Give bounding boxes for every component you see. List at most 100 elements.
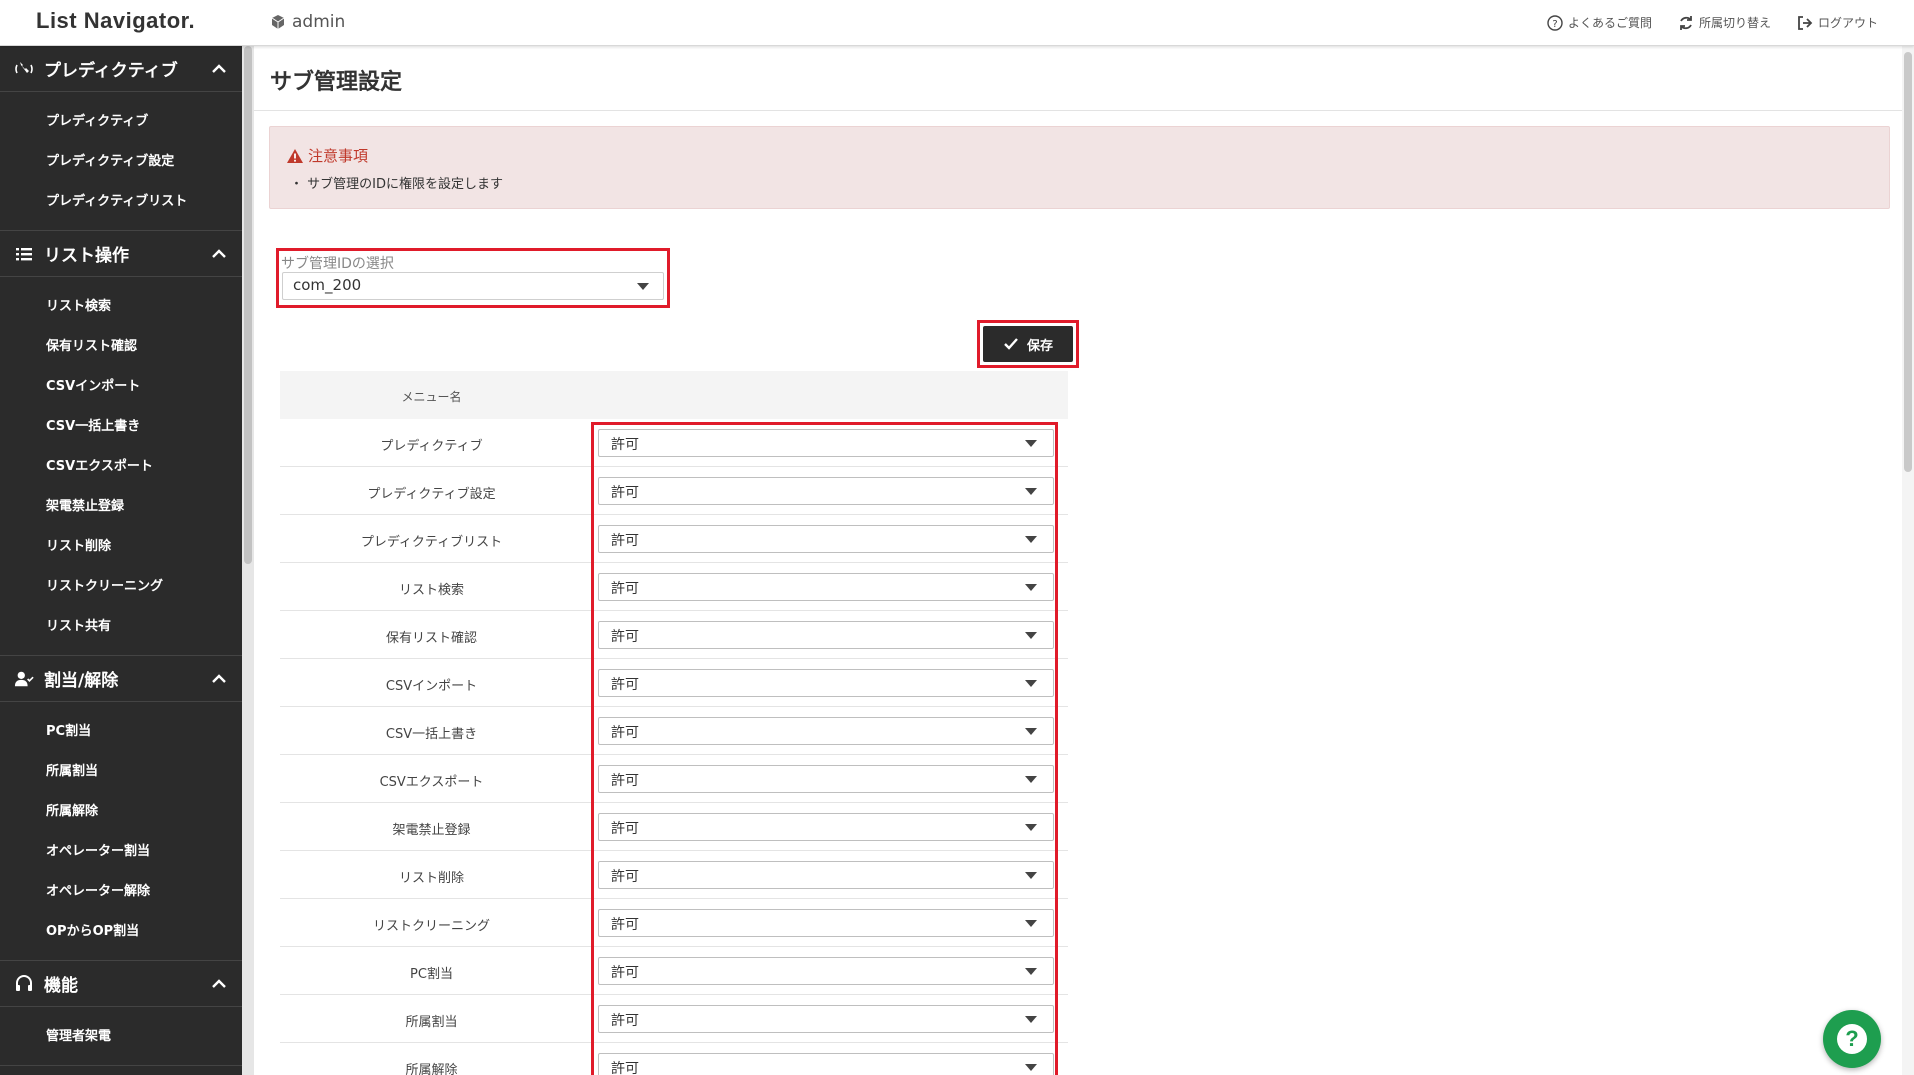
caret-down-icon — [1025, 728, 1037, 735]
logout-label: ログアウト — [1817, 16, 1878, 30]
permission-select[interactable]: 許可 — [598, 1053, 1054, 1075]
permission-select-value: 許可 — [611, 533, 639, 549]
main-scrollbar[interactable] — [1902, 46, 1914, 1075]
sidebar-item-admin-call[interactable]: 管理者架電 — [0, 1017, 242, 1057]
sub-id-select[interactable]: com_200 — [282, 272, 664, 300]
cube-icon — [271, 15, 285, 29]
main-scrollbar-thumb[interactable] — [1904, 52, 1912, 472]
permission-select-value: 許可 — [611, 629, 639, 645]
notice-box: 注意事項 ・ サブ管理のIDに権限を設定します — [269, 126, 1890, 209]
sidebar-item-predictive[interactable]: プレディクティブ — [0, 102, 242, 142]
caret-down-icon — [1025, 1016, 1037, 1023]
question-circle-icon: ? — [1547, 14, 1563, 31]
app-logo[interactable]: List Navigator. — [36, 8, 195, 34]
permission-select[interactable]: 許可 — [598, 573, 1054, 601]
sidebar-item-operator-assign[interactable]: オペレーター割当 — [0, 832, 242, 872]
sidebar-section-features: 機能 管理者架電 — [0, 961, 242, 1066]
sidebar-item-operator-release[interactable]: オペレーター解除 — [0, 872, 242, 912]
sidebar-item-csv-overwrite[interactable]: CSV一括上書き — [0, 407, 242, 447]
sidebar-item-csv-import[interactable]: CSVインポート — [0, 367, 242, 407]
sidebar-item-pc-assign[interactable]: PC割当 — [0, 712, 242, 752]
title-divider — [254, 110, 1902, 111]
sidebar-section-list-ops: リスト操作 リスト検索 保有リスト確認 CSVインポート CSV一括上書き CS… — [0, 231, 242, 656]
sidebar-section-header[interactable]: 割当/解除 — [0, 656, 242, 702]
table-row: PC割当 許可 — [280, 947, 1068, 995]
sidebar-item-list-delete[interactable]: リスト削除 — [0, 527, 242, 567]
table-row: プレディクティブ 許可 — [280, 419, 1068, 467]
permission-select[interactable]: 許可 — [598, 525, 1054, 553]
caret-down-icon — [1025, 584, 1037, 591]
check-icon — [1004, 338, 1018, 350]
chevron-up-icon[interactable] — [210, 245, 228, 263]
chevron-up-icon[interactable] — [210, 60, 228, 78]
switch-org-label: 所属切り替え — [1698, 16, 1771, 30]
phone-wave-icon — [14, 59, 34, 79]
sidebar-section-header[interactable]: リスト操作 — [0, 231, 242, 277]
menu-name: CSV一括上書き — [385, 727, 478, 742]
permission-select-value: 許可 — [611, 1061, 639, 1075]
permission-select-value: 許可 — [611, 437, 639, 453]
sidebar-item-predictive-settings[interactable]: プレディクティブ設定 — [0, 142, 242, 182]
sidebar-item-list-search[interactable]: リスト検索 — [0, 287, 242, 327]
permission-select-value: 許可 — [611, 965, 639, 981]
page-title: サブ管理設定 — [270, 70, 403, 95]
permission-select[interactable]: 許可 — [598, 909, 1054, 937]
permission-select[interactable]: 許可 — [598, 1005, 1054, 1033]
current-user: admin — [270, 12, 345, 32]
sidebar-section-header[interactable]: プレディクティブ — [0, 46, 242, 92]
permission-select[interactable]: 許可 — [598, 717, 1054, 745]
save-button[interactable]: 保存 — [983, 326, 1073, 362]
user-name: admin — [292, 12, 346, 32]
table-row: プレディクティブ設定 許可 — [280, 467, 1068, 515]
permission-select[interactable]: 許可 — [598, 621, 1054, 649]
table-row: 所属解除 許可 — [280, 1043, 1068, 1075]
headset-icon — [14, 974, 34, 994]
sidebar-item-predictive-list[interactable]: プレディクティブリスト — [0, 182, 242, 222]
menu-name: リスト削除 — [398, 871, 464, 886]
help-button[interactable]: ? — [1823, 1010, 1881, 1068]
menu-name: CSVインポート — [385, 679, 478, 694]
table-row: CSVインポート 許可 — [280, 659, 1068, 707]
permission-select[interactable]: 許可 — [598, 429, 1054, 457]
top-nav: ? よくあるご質問 所属切り替え ログアウト — [1547, 14, 1878, 31]
sidebar-item-org-release[interactable]: 所属解除 — [0, 792, 242, 832]
sidebar-item-list-share[interactable]: リスト共有 — [0, 607, 242, 647]
permission-select[interactable]: 許可 — [598, 813, 1054, 841]
notice-title-text: 注意事項 — [308, 147, 369, 165]
permission-select[interactable]: 許可 — [598, 765, 1054, 793]
caret-down-icon — [637, 283, 649, 290]
chevron-up-icon[interactable] — [210, 670, 228, 688]
chevron-up-icon[interactable] — [210, 975, 228, 993]
permission-select-value: 許可 — [611, 581, 639, 597]
sidebar-item-owned-list[interactable]: 保有リスト確認 — [0, 327, 242, 367]
permission-select[interactable]: 許可 — [598, 861, 1054, 889]
notice-body: ・ サブ管理のIDに権限を設定します — [290, 177, 503, 192]
permission-select[interactable]: 許可 — [598, 957, 1054, 985]
sidebar-item-call-block[interactable]: 架電禁止登録 — [0, 487, 242, 527]
sidebar-item-org-assign[interactable]: 所属割当 — [0, 752, 242, 792]
caret-down-icon — [1025, 680, 1037, 687]
column-header-menu-name: メニュー名 — [401, 390, 462, 404]
sidebar-scrollbar-thumb[interactable] — [244, 46, 252, 564]
sidebar-item-list-cleaning[interactable]: リストクリーニング — [0, 567, 242, 607]
sidebar-item-csv-export[interactable]: CSVエクスポート — [0, 447, 242, 487]
menu-name: プレディクティブ — [380, 439, 483, 454]
caret-down-icon — [1025, 920, 1037, 927]
caret-down-icon — [1025, 872, 1037, 879]
permission-select-value: 許可 — [611, 677, 639, 693]
permission-select[interactable]: 許可 — [598, 477, 1054, 505]
caret-down-icon — [1025, 1064, 1037, 1071]
caret-down-icon — [1025, 824, 1037, 831]
refresh-icon — [1680, 15, 1692, 30]
sidebar-section-header[interactable]: 機能 — [0, 961, 242, 1007]
faq-link[interactable]: ? よくあるご質問 — [1547, 14, 1652, 31]
logout-link[interactable]: ログアウト — [1797, 14, 1878, 31]
logout-icon — [1798, 15, 1813, 30]
permission-select-value: 許可 — [611, 869, 639, 885]
table-row: プレディクティブリスト 許可 — [280, 515, 1068, 563]
permission-select-value: 許可 — [611, 1013, 639, 1029]
sidebar-item-op-to-op-assign[interactable]: OPからOP割当 — [0, 912, 242, 952]
switch-org-link[interactable]: 所属切り替え — [1678, 14, 1771, 31]
permission-select[interactable]: 許可 — [598, 669, 1054, 697]
sidebar-scrollbar[interactable] — [242, 46, 254, 1075]
